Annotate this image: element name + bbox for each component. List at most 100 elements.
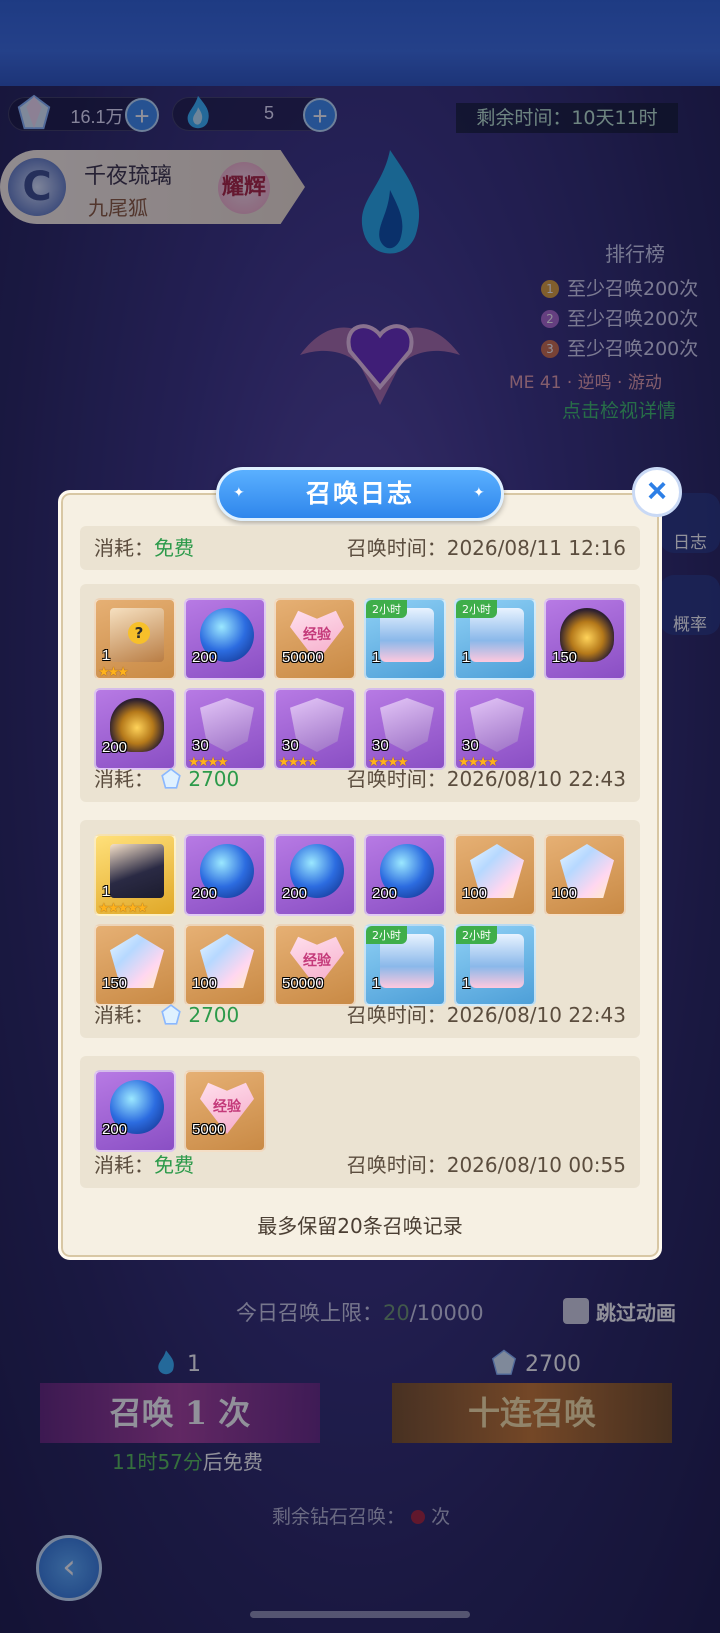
reward-item-golden-egg[interactable]: 150 <box>544 598 626 680</box>
crystal-gem-icon <box>161 1004 181 1025</box>
reward-item-star-orb[interactable]: 200 <box>274 834 356 916</box>
reward-item-soul-shard[interactable]: 30 ★★★★ <box>454 688 536 770</box>
item-quantity: 200 <box>282 885 308 902</box>
reward-item-exp-heart[interactable]: 经验 50000 <box>274 924 356 1006</box>
reward-item-treasure-chest[interactable]: 2小时 1 <box>364 598 446 680</box>
cost-label: 消耗： <box>94 536 154 560</box>
item-quantity: 1 <box>372 649 381 666</box>
time-value: 2026/08/10 22:43 <box>446 767 626 791</box>
reward-item-crystal-gem[interactable]: 100 <box>184 924 266 1006</box>
exp-label: 经验 <box>303 627 331 643</box>
reward-item-golden-egg[interactable]: 200 <box>94 688 176 770</box>
item-quantity: 200 <box>192 649 218 666</box>
mystery-box-icon: ? <box>110 608 164 662</box>
duration-tag: 2小时 <box>366 600 407 618</box>
item-quantity: 200 <box>102 739 128 756</box>
hero-portrait-icon <box>110 844 164 898</box>
time-label: 召唤时间： <box>346 1153 447 1177</box>
summon-record: 消耗：免费 召唤时间：2026/08/11 12:16 <box>80 526 640 570</box>
record-cost: 消耗： 2700 <box>94 764 239 794</box>
reward-item-crystal-gem[interactable]: 100 <box>544 834 626 916</box>
close-icon: × <box>647 472 667 510</box>
item-quantity: 100 <box>552 885 578 902</box>
item-quantity: 30 <box>462 737 479 754</box>
time-value: 2026/08/11 12:16 <box>446 536 626 560</box>
time-value: 2026/08/10 22:43 <box>446 1003 626 1027</box>
item-quantity: 150 <box>552 649 578 666</box>
reward-item-mystery-box[interactable]: ? 1 ★★★ <box>94 598 176 680</box>
reward-item-exp-heart[interactable]: 经验 50000 <box>274 598 356 680</box>
sparkle-icon: ✦ <box>473 485 485 501</box>
summon-record: ? 1 ★★★ 200 经验 50000 2小时 1 2小时 1 150 200 30 ★★★★ 30 ★★★… <box>80 584 640 802</box>
reward-item-crystal-gem[interactable]: 150 <box>94 924 176 1006</box>
star-rating: ★★★ <box>98 665 129 680</box>
reward-item-treasure-chest[interactable]: 2小时 1 <box>454 924 536 1006</box>
record-footer: 消耗： 2700 召唤时间：2026/08/10 22:43 <box>94 1000 626 1030</box>
time-value: 2026/08/10 00:55 <box>446 1153 626 1177</box>
crystal-gem-icon <box>161 768 181 789</box>
time-label: 召唤时间： <box>346 767 447 791</box>
summon-record: 200 经验 5000 消耗：免费 召唤时间：2026/08/10 00:55 <box>80 1056 640 1188</box>
item-quantity: 5000 <box>192 1121 226 1138</box>
reward-item-star-orb[interactable]: 200 <box>94 1070 176 1152</box>
reward-item-soul-shard[interactable]: 30 ★★★★ <box>274 688 356 770</box>
item-quantity: 1 <box>462 649 471 666</box>
item-quantity: 30 <box>192 737 209 754</box>
record-footer: 消耗：免费 召唤时间：2026/08/10 00:55 <box>94 1150 626 1180</box>
exp-label: 经验 <box>303 953 331 969</box>
reward-item-star-orb[interactable]: 200 <box>184 598 266 680</box>
item-quantity: 100 <box>462 885 488 902</box>
exp-label: 经验 <box>213 1099 241 1115</box>
retention-note: 最多保留20条召唤记录 <box>257 1214 463 1238</box>
reward-item-soul-shard[interactable]: 30 ★★★★ <box>184 688 266 770</box>
item-quantity: 200 <box>372 885 398 902</box>
summon-record: 1 ★★★★★ 200 200 200 100 100 150 100 经验 50000 2小时 1 2小… <box>80 820 640 1038</box>
record-cost: 消耗： 2700 <box>94 1000 239 1030</box>
cost-label: 消耗： <box>94 1153 154 1177</box>
item-quantity: 30 <box>282 737 299 754</box>
cost-label: 消耗： <box>94 767 154 791</box>
record-footer: 消耗： 2700 召唤时间：2026/08/10 22:43 <box>94 764 626 794</box>
question-mark-icon: ? <box>128 622 150 644</box>
record-time: 召唤时间：2026/08/10 22:43 <box>347 1000 626 1030</box>
record-time: 召唤时间：2026/08/10 00:55 <box>347 1150 626 1180</box>
item-quantity: 100 <box>192 975 218 992</box>
item-quantity: 1 <box>102 647 111 664</box>
record-cost: 消耗：免费 <box>94 1150 194 1180</box>
duration-tag: 2小时 <box>366 926 407 944</box>
item-quantity: 50000 <box>282 975 324 992</box>
time-label: 召唤时间： <box>346 536 447 560</box>
dialog-title: 召唤日志 <box>305 479 414 508</box>
reward-item-star-orb[interactable]: 200 <box>184 834 266 916</box>
reward-item-crystal-gem[interactable]: 100 <box>454 834 536 916</box>
item-quantity: 30 <box>372 737 389 754</box>
duration-tag: 2小时 <box>456 926 497 944</box>
item-quantity: 1 <box>102 883 111 900</box>
reward-item-soul-shard[interactable]: 30 ★★★★ <box>364 688 446 770</box>
record-cost: 消耗：免费 <box>94 533 194 563</box>
reward-item-exp-heart[interactable]: 经验 5000 <box>184 1070 266 1152</box>
cost-label: 消耗： <box>94 1003 154 1027</box>
record-time: 召唤时间：2026/08/10 22:43 <box>347 764 626 794</box>
reward-item-treasure-chest[interactable]: 2小时 1 <box>364 924 446 1006</box>
item-quantity: 200 <box>102 1121 128 1138</box>
record-time: 召唤时间：2026/08/11 12:16 <box>347 533 626 563</box>
cost-value: 2700 <box>188 1003 240 1027</box>
item-quantity: 1 <box>372 975 381 992</box>
reward-item-treasure-chest[interactable]: 2小时 1 <box>454 598 536 680</box>
duration-tag: 2小时 <box>456 600 497 618</box>
cost-value: 免费 <box>154 1153 194 1177</box>
item-quantity: 50000 <box>282 649 324 666</box>
time-label: 召唤时间： <box>346 1003 447 1027</box>
dialog-title-bar: ✦ 召唤日志 ✦ <box>216 467 504 521</box>
cost-value: 免费 <box>154 536 194 560</box>
cost-value: 2700 <box>188 767 240 791</box>
reward-item-star-orb[interactable]: 200 <box>364 834 446 916</box>
item-quantity: 150 <box>102 975 128 992</box>
star-rating: ★★★★★ <box>98 901 148 916</box>
item-quantity: 1 <box>462 975 471 992</box>
close-button[interactable]: × <box>632 467 682 517</box>
reward-item-hero-portrait[interactable]: 1 ★★★★★ <box>94 834 176 916</box>
item-quantity: 200 <box>192 885 218 902</box>
record-footer: 消耗：免费 召唤时间：2026/08/11 12:16 <box>94 533 626 563</box>
